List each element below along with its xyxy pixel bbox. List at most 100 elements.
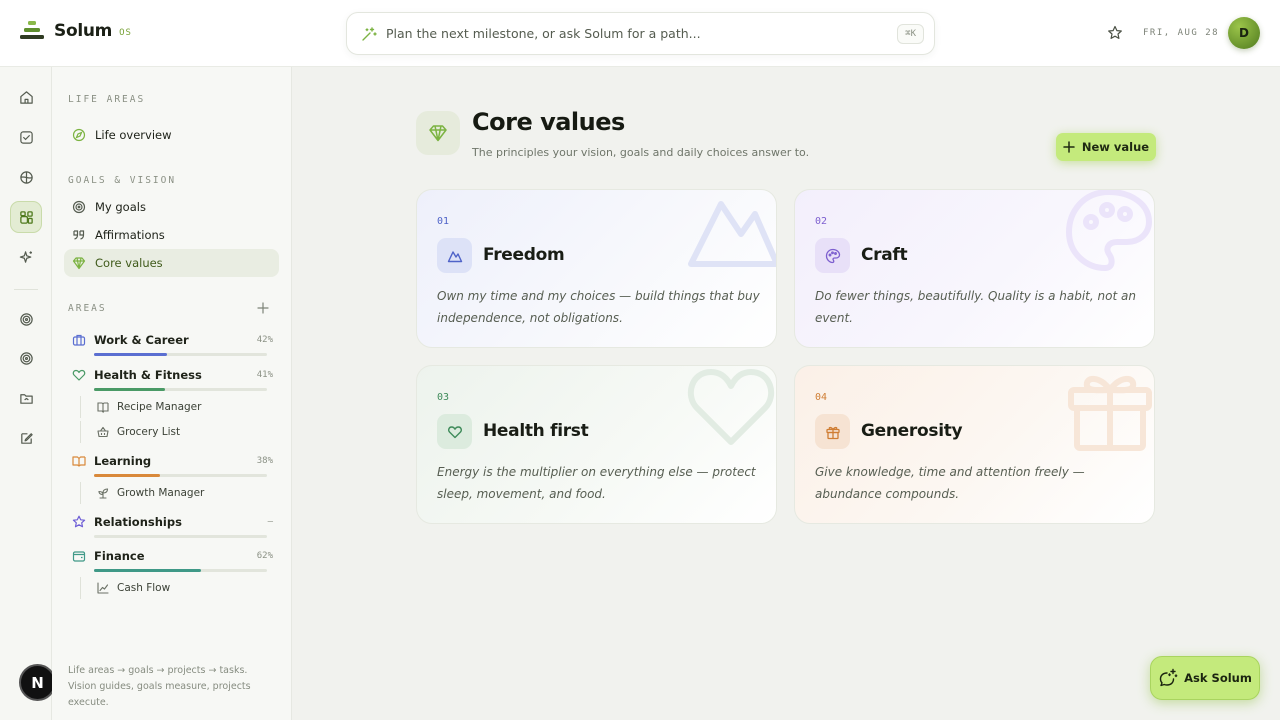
gift-icon xyxy=(825,426,840,439)
quote-icon xyxy=(73,230,85,240)
gift-icon xyxy=(1068,376,1152,451)
ask-solum-label: Ask Solum xyxy=(1184,671,1252,685)
value-card-generosity[interactable]: 04 Generosity Give knowledge, time and a… xyxy=(794,365,1155,524)
progress-track xyxy=(94,353,267,356)
area-learning[interactable]: Learning 38% xyxy=(64,452,279,482)
palette-icon xyxy=(825,248,840,263)
compass-icon xyxy=(19,170,33,184)
area-name: Relationships xyxy=(94,515,182,529)
sidebar-item-label: My goals xyxy=(95,200,146,214)
search-input[interactable]: Plan the next milestone, or ask Solum fo… xyxy=(386,26,897,41)
sub-item-growth-manager[interactable]: Growth Manager xyxy=(80,482,270,504)
shortcut-badge: ⌘K xyxy=(897,23,924,44)
sub-item-label: Growth Manager xyxy=(117,487,205,499)
card-number: 04 xyxy=(815,392,828,403)
value-card-health-first[interactable]: 03 Health first Energy is the multiplier… xyxy=(416,365,777,524)
sub-item-recipe-manager[interactable]: Recipe Manager xyxy=(80,396,270,418)
rail-target-button[interactable] xyxy=(10,303,42,335)
area-name: Health & Fitness xyxy=(94,368,202,382)
search-bar[interactable]: Plan the next milestone, or ask Solum fo… xyxy=(346,12,935,55)
area-work-career[interactable]: Work & Career 42% xyxy=(64,331,279,361)
grid-icon xyxy=(19,210,33,224)
sidebar-item-life-overview[interactable]: Life overview xyxy=(64,121,279,149)
date-label: FRI, AUG 28 xyxy=(1143,28,1220,38)
rail-divider xyxy=(14,289,38,290)
value-card-craft[interactable]: 02 Craft Do fewer things, beautifully. Q… xyxy=(794,189,1155,348)
page-title: Core values xyxy=(472,108,625,136)
star-icon[interactable] xyxy=(1107,25,1123,41)
logo-icon xyxy=(20,21,44,39)
section-label-goals-vision: GOALS & VISION xyxy=(68,175,177,186)
target-icon xyxy=(19,351,33,365)
card-icon xyxy=(437,414,472,449)
top-bar: Solum OS Plan the next milestone, or ask… xyxy=(0,0,1280,67)
mountain-icon xyxy=(688,201,776,267)
card-title: Craft xyxy=(861,245,908,265)
diamond-icon xyxy=(429,125,447,142)
area-percent: 62% xyxy=(256,551,273,561)
rail-target-button-2[interactable] xyxy=(10,342,42,374)
sparkle-icon xyxy=(362,26,377,41)
sidebar-item-core-values[interactable]: Core values xyxy=(64,249,279,277)
chart-line-icon xyxy=(97,582,109,594)
add-area-icon[interactable] xyxy=(257,302,269,314)
card-description: Give knowledge, time and attention freel… xyxy=(815,465,1085,501)
progress-fill xyxy=(94,474,160,477)
progress-track xyxy=(94,569,267,572)
avatar[interactable]: D xyxy=(1228,17,1260,49)
brand-tag: OS xyxy=(119,28,132,38)
sidebar-item-affirmations[interactable]: Affirmations xyxy=(64,221,279,249)
sub-item-grocery-list[interactable]: Grocery List xyxy=(80,421,270,443)
progress-fill xyxy=(94,388,165,391)
sub-item-label: Grocery List xyxy=(117,426,181,438)
sidebar-item-label: Affirmations xyxy=(95,228,165,242)
brand-name: Solum xyxy=(54,21,113,41)
diamond-icon xyxy=(72,257,86,270)
sprout-icon xyxy=(98,488,109,499)
sidebar-footer-note: Life areas → goals → projects → tasks. V… xyxy=(68,665,251,708)
sidebar-item-label: Life overview xyxy=(95,128,172,142)
card-description: Own my time and my choices — build thing… xyxy=(437,289,760,325)
section-label-life-areas: LIFE AREAS xyxy=(68,94,146,105)
brand[interactable]: Solum OS xyxy=(20,20,132,42)
page-subtitle: The principles your vision, goals and da… xyxy=(472,146,810,159)
ask-solum-button[interactable]: Ask Solum xyxy=(1150,656,1260,700)
value-card-freedom[interactable]: 01 Freedom Own my time and my choices — … xyxy=(416,189,777,348)
book-open-icon xyxy=(72,456,86,467)
rail-goals-button[interactable] xyxy=(10,201,42,233)
edit-icon xyxy=(20,432,33,444)
star-icon xyxy=(72,515,86,528)
check-square-icon xyxy=(19,130,33,144)
folder-icon xyxy=(19,393,33,404)
section-label-areas: AREAS xyxy=(68,303,107,314)
card-title: Generosity xyxy=(861,421,963,441)
rail-ai-button[interactable] xyxy=(10,241,42,273)
rail-explore-button[interactable] xyxy=(10,161,42,193)
sub-item-cash-flow[interactable]: Cash Flow xyxy=(80,577,270,599)
progress-track xyxy=(94,474,267,477)
sidebar-item-my-goals[interactable]: My goals xyxy=(64,193,279,221)
sub-item-label: Cash Flow xyxy=(117,582,171,594)
area-percent: 38% xyxy=(256,456,273,466)
card-icon xyxy=(815,238,850,273)
mountain-icon xyxy=(447,250,462,262)
heart-icon xyxy=(447,425,462,438)
rail-home-button[interactable] xyxy=(10,81,42,113)
area-health-fitness[interactable]: Health & Fitness 41% xyxy=(64,366,279,396)
card-title: Freedom xyxy=(483,245,565,265)
area-relationships[interactable]: Relationships – xyxy=(64,513,279,543)
card-number: 01 xyxy=(437,216,450,227)
area-percent: – xyxy=(267,517,273,527)
sparkle-icon xyxy=(19,250,32,263)
rail-tasks-button[interactable] xyxy=(10,121,42,153)
home-icon xyxy=(19,90,33,104)
area-percent: 42% xyxy=(256,335,273,345)
new-value-button[interactable]: New value xyxy=(1056,133,1156,161)
progress-track xyxy=(94,535,267,538)
rail-notes-button[interactable] xyxy=(10,422,42,454)
rail-folder-button[interactable] xyxy=(10,382,42,414)
area-finance[interactable]: Finance 62% xyxy=(64,547,279,577)
plus-icon xyxy=(1063,141,1075,153)
progress-fill xyxy=(94,569,202,572)
dev-badge-button[interactable]: N xyxy=(19,664,56,701)
